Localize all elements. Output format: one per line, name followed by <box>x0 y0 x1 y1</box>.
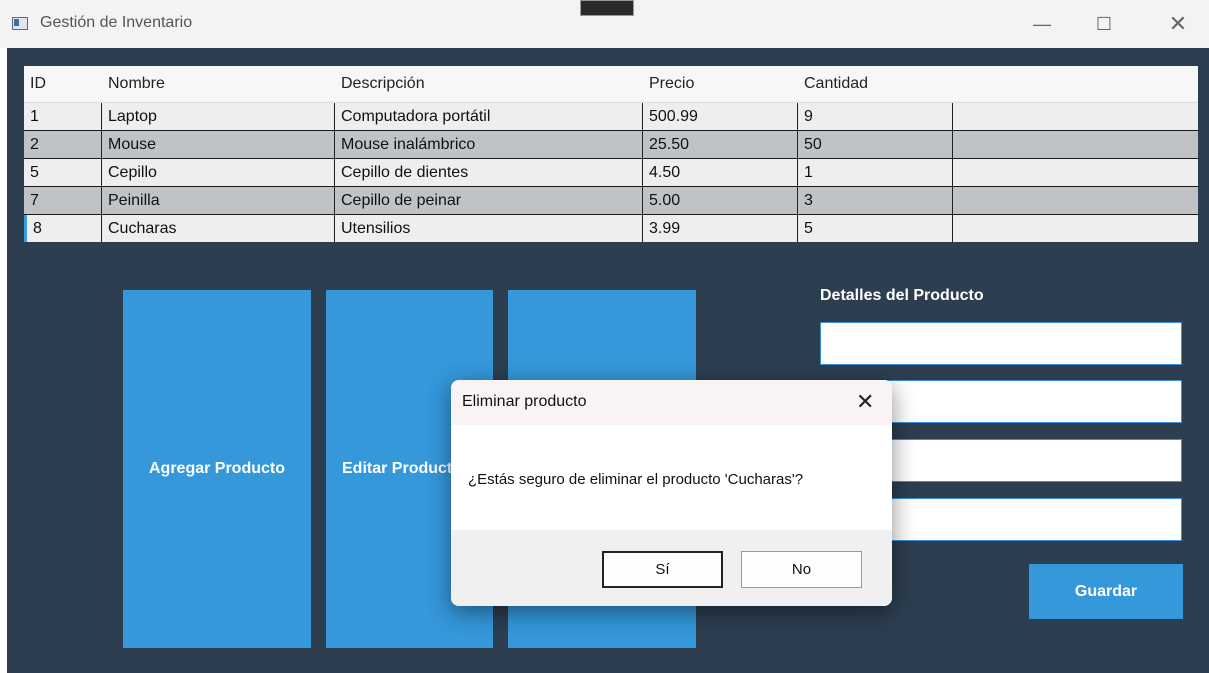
cell-id[interactable]: 5 <box>24 159 102 186</box>
cell-filler <box>953 215 1198 242</box>
cell-cantidad[interactable]: 5 <box>798 215 953 242</box>
table-row[interactable]: 7 Peinilla Cepillo de peinar 5.00 3 <box>24 186 1198 214</box>
table-row[interactable]: 2 Mouse Mouse inalámbrico 25.50 50 <box>24 130 1198 158</box>
column-header-descripcion[interactable]: Descripción <box>335 66 643 102</box>
cell-cantidad[interactable]: 50 <box>798 131 953 158</box>
cell-cantidad[interactable]: 1 <box>798 159 953 186</box>
grid-header: ID Nombre Descripción Precio Cantidad <box>24 66 1198 102</box>
cell-descripcion[interactable]: Mouse inalámbrico <box>335 131 643 158</box>
close-icon[interactable]: ✕ <box>1166 12 1190 36</box>
app-icon <box>12 17 28 30</box>
cell-precio[interactable]: 500.99 <box>643 103 798 130</box>
save-button[interactable]: Guardar <box>1029 564 1183 619</box>
cell-descripcion[interactable]: Cepillo de dientes <box>335 159 643 186</box>
cell-id[interactable]: 2 <box>24 131 102 158</box>
dialog-title: Eliminar producto <box>462 393 587 410</box>
cell-precio[interactable]: 25.50 <box>643 131 798 158</box>
cell-id[interactable]: 8 <box>24 215 102 242</box>
column-header-nombre[interactable]: Nombre <box>102 66 335 102</box>
cell-cantidad[interactable]: 9 <box>798 103 953 130</box>
column-header-precio[interactable]: Precio <box>643 66 798 102</box>
no-button[interactable]: No <box>741 551 862 588</box>
add-product-button[interactable]: Agregar Producto <box>123 290 311 648</box>
cell-filler <box>953 103 1198 130</box>
cell-filler <box>953 159 1198 186</box>
column-header-cantidad[interactable]: Cantidad <box>798 66 953 102</box>
yes-button[interactable]: Sí <box>602 551 723 588</box>
cell-descripcion[interactable]: Utensilios <box>335 215 643 242</box>
window-titlebar: Gestión de Inventario — ☐ ✕ <box>0 0 1209 48</box>
window-title: Gestión de Inventario <box>40 14 193 31</box>
cell-filler <box>953 131 1198 158</box>
cell-precio[interactable]: 5.00 <box>643 187 798 214</box>
column-header-id[interactable]: ID <box>24 66 102 102</box>
column-header-filler <box>953 66 1198 102</box>
table-row[interactable]: 1 Laptop Computadora portátil 500.99 9 <box>24 102 1198 130</box>
dialog-close-icon[interactable]: ✕ <box>856 389 874 415</box>
cell-id[interactable]: 7 <box>24 187 102 214</box>
cell-precio[interactable]: 3.99 <box>643 215 798 242</box>
cell-filler <box>953 187 1198 214</box>
dialog-message: ¿Estás seguro de eliminar el producto 'C… <box>468 471 804 488</box>
cell-nombre[interactable]: Cucharas <box>102 215 335 242</box>
cell-nombre[interactable]: Cepillo <box>102 159 335 186</box>
cell-descripcion[interactable]: Cepillo de peinar <box>335 187 643 214</box>
maximize-icon[interactable]: ☐ <box>1092 12 1116 36</box>
details-title: Detalles del Producto <box>820 287 984 304</box>
table-row[interactable]: 5 Cepillo Cepillo de dientes 4.50 1 <box>24 158 1198 186</box>
taskbar-thumbnail <box>580 0 634 16</box>
cell-nombre[interactable]: Laptop <box>102 103 335 130</box>
cell-cantidad[interactable]: 3 <box>798 187 953 214</box>
cell-descripcion[interactable]: Computadora portátil <box>335 103 643 130</box>
cell-id[interactable]: 1 <box>24 103 102 130</box>
cell-nombre[interactable]: Peinilla <box>102 187 335 214</box>
name-field[interactable] <box>820 322 1182 365</box>
table-row-selected[interactable]: 8 Cucharas Utensilios 3.99 5 <box>24 214 1198 242</box>
products-grid[interactable]: ID Nombre Descripción Precio Cantidad 1 … <box>24 66 1198 242</box>
delete-confirm-dialog: Eliminar producto ✕ ¿Estás seguro de eli… <box>451 380 892 606</box>
minimize-icon[interactable]: — <box>1030 12 1054 36</box>
cell-nombre[interactable]: Mouse <box>102 131 335 158</box>
dialog-footer: Sí No <box>451 530 892 606</box>
cell-precio[interactable]: 4.50 <box>643 159 798 186</box>
